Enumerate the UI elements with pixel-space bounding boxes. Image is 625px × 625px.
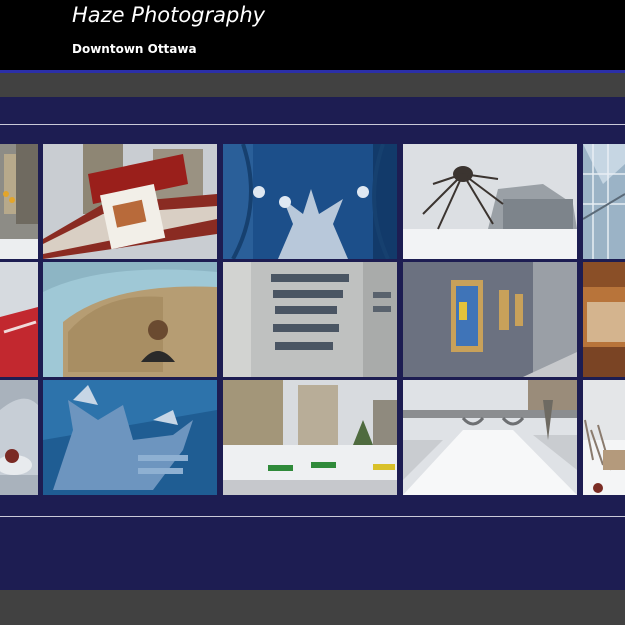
photo-tile[interactable] [403, 262, 577, 377]
photo-gallery [0, 144, 625, 496]
gallery-corridor-painting-photo [403, 262, 577, 377]
photo-tile[interactable] [0, 380, 38, 495]
site-header: Haze Photography Downtown Ottawa [0, 0, 625, 70]
red-sign-photo [0, 262, 38, 377]
glass-dome-dessert-photo [0, 380, 38, 495]
photo-tile[interactable] [43, 380, 217, 495]
photo-tile[interactable] [43, 144, 217, 259]
photo-tile[interactable] [583, 380, 625, 495]
navigation-bar [0, 73, 625, 97]
museum-curved-wall-portrait-photo [43, 262, 217, 377]
ice-sculpture-photo [223, 144, 397, 259]
site-title[interactable]: Haze Photography [72, 3, 265, 27]
photo-tile[interactable] [403, 144, 577, 259]
winter-park-edge-photo [583, 380, 625, 495]
rideau-canal-bridge-photo [403, 380, 577, 495]
winter-plaza-photo [223, 380, 397, 495]
photo-tile[interactable] [583, 262, 625, 377]
photo-tile[interactable] [223, 262, 397, 377]
winterlude-snow-sculpture-photo [43, 380, 217, 495]
photo-tile[interactable] [43, 262, 217, 377]
photo-tile[interactable] [0, 262, 38, 377]
photo-tile[interactable] [403, 380, 577, 495]
glass-atrium-photo [583, 144, 625, 259]
photo-tile[interactable] [0, 144, 38, 259]
city-street-edge-photo [0, 144, 38, 259]
site-subtitle: Downtown Ottawa [72, 42, 197, 56]
beavertails-stand-photo [43, 144, 217, 259]
gallery-hall-edge-photo [583, 262, 625, 377]
maman-spider-sculpture-photo [403, 144, 577, 259]
divider-line-top [0, 124, 625, 125]
photo-tile[interactable] [223, 380, 397, 495]
divider-line-bottom [0, 516, 625, 517]
footer-bar [0, 590, 625, 625]
european-american-galleries-sign-photo [223, 262, 397, 377]
photo-tile[interactable] [583, 144, 625, 259]
photo-tile[interactable] [223, 144, 397, 259]
